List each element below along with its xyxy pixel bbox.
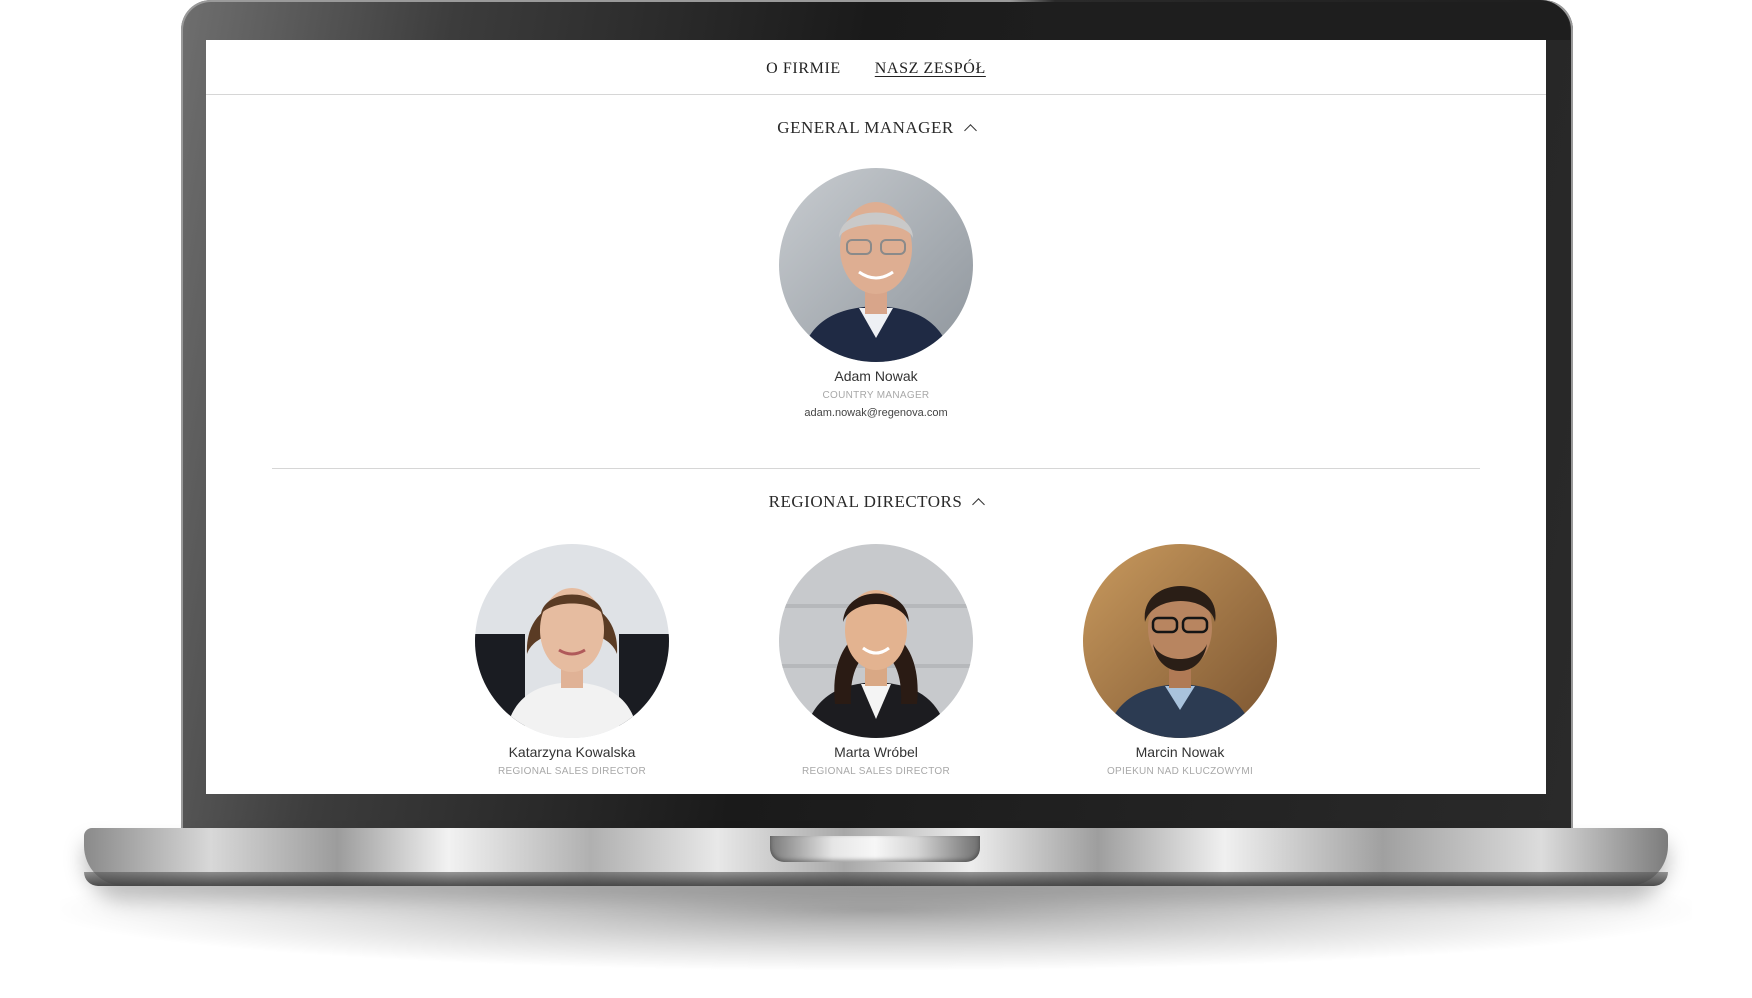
- section-title: REGIONAL DIRECTORS: [768, 492, 963, 511]
- member-name: Adam Nowak: [834, 368, 918, 384]
- avatar: [779, 168, 973, 362]
- nav-item-o-firmie[interactable]: O FIRMIE: [766, 56, 841, 78]
- member-role: OPIEKUN NAD KLUCZOWYMI: [1106, 766, 1254, 777]
- member-role: REGIONAL SALES DIRECTOR: [801, 766, 951, 777]
- team-member-card: Marta Wróbel REGIONAL SALES DIRECTOR: [746, 544, 1006, 777]
- team-member-card: Katarzyna Kowalska REGIONAL SALES DIRECT…: [442, 544, 702, 777]
- team-member-card: Marcin Nowak OPIEKUN NAD KLUCZOWYMI: [1050, 544, 1310, 777]
- section-title: GENERAL MANAGER: [777, 118, 954, 137]
- section-header-general-manager[interactable]: GENERAL MANAGER: [206, 118, 1546, 138]
- top-navigation: O FIRMIE NASZ ZESPÓŁ: [206, 40, 1546, 95]
- lid-gloss: [1010, 0, 1570, 40]
- member-role: REGIONAL SALES DIRECTOR: [497, 766, 647, 777]
- chevron-up-icon[interactable]: [972, 498, 986, 511]
- member-role: COUNTRY MANAGER: [822, 390, 930, 401]
- team-member-card: Adam Nowak COUNTRY MANAGER adam.nowak@re…: [746, 168, 1006, 419]
- avatar: [1083, 544, 1277, 738]
- member-name: Marta Wróbel: [834, 744, 918, 760]
- laptop-notch: [770, 836, 980, 862]
- avatar: [779, 544, 973, 738]
- section-header-regional-directors[interactable]: REGIONAL DIRECTORS: [206, 492, 1546, 512]
- member-email[interactable]: adam.nowak@regenova.com: [746, 407, 1006, 419]
- member-name: Marcin Nowak: [1135, 744, 1225, 760]
- nav-item-nasz-zespol[interactable]: NASZ ZESPÓŁ: [875, 56, 986, 78]
- member-name: Katarzyna Kowalska: [508, 744, 636, 760]
- chevron-up-icon[interactable]: [963, 124, 977, 137]
- section-divider: [272, 468, 1480, 469]
- avatar: [475, 544, 669, 738]
- laptop-screen: O FIRMIE NASZ ZESPÓŁ GENERAL MANAGER Ada…: [206, 40, 1546, 794]
